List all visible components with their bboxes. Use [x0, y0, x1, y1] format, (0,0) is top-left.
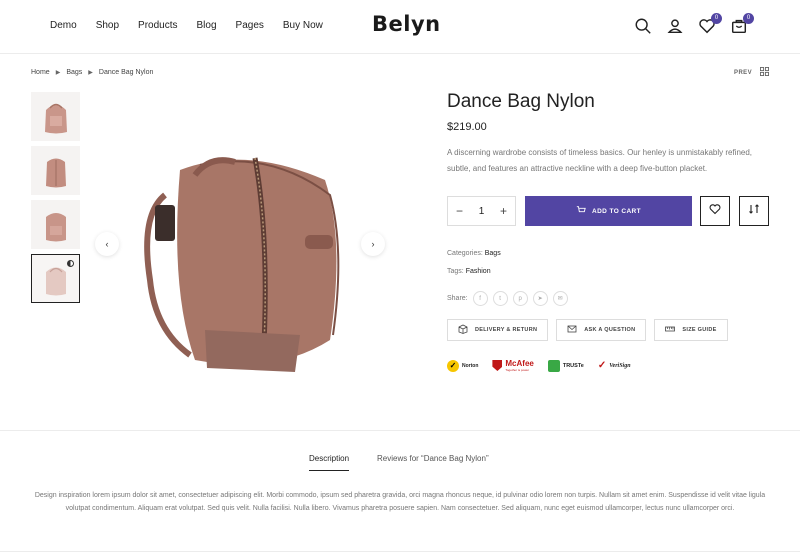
chevron-right-icon: › — [371, 239, 375, 249]
bottom-divider — [0, 551, 800, 552]
twitter-icon[interactable]: t — [492, 291, 508, 306]
cart-count-badge: 0 — [743, 13, 754, 24]
add-to-cart-button[interactable]: ADD TO CART — [525, 196, 692, 226]
nav-pages[interactable]: Pages — [236, 20, 264, 31]
quantity-value[interactable]: 1 — [479, 206, 485, 217]
truste-badge: TRUSTe — [547, 359, 584, 372]
trust-badges: ✓ Norton McAfee Together is power TRUSTe… — [447, 359, 631, 372]
nav-buy-now[interactable]: Buy Now — [283, 20, 323, 31]
cart-icon — [576, 205, 586, 217]
pinterest-icon[interactable]: p — [512, 291, 528, 306]
facebook-icon[interactable]: f — [472, 291, 488, 306]
tab-reviews[interactable]: Reviews for “Dance Bag Nylon” — [377, 454, 489, 471]
nav-products[interactable]: Products — [138, 20, 177, 31]
product-description: A discerning wardrobe consists of timele… — [447, 148, 753, 173]
tab-description[interactable]: Description — [309, 454, 350, 471]
email-icon[interactable]: ✉ — [552, 291, 568, 306]
chevron-right-icon: ▶ — [55, 70, 61, 76]
cart-icon[interactable]: 0 — [730, 13, 754, 35]
increase-qty-button[interactable]: + — [500, 204, 507, 218]
quantity-stepper[interactable]: − 1 + — [447, 196, 516, 226]
thumbnail-2[interactable] — [31, 146, 80, 195]
size-guide-label: SIZE GUIDE — [682, 327, 717, 333]
mcafee-text: McAfee Together is power — [505, 359, 534, 372]
section-divider — [0, 430, 800, 431]
size-guide-button[interactable]: SIZE GUIDE — [654, 319, 728, 341]
tags-label: Tags: — [447, 268, 464, 275]
ruler-icon — [665, 324, 676, 336]
main-nav: Demo Shop Products Blog Pages Buy Now — [50, 20, 323, 31]
tab-description-content: Design inspiration lorem ipsum dolor sit… — [34, 492, 766, 512]
grid-icon[interactable] — [760, 67, 769, 78]
truste-icon — [547, 359, 560, 372]
category-link[interactable]: Bags — [485, 250, 501, 257]
wishlist-icon[interactable]: 0 — [698, 13, 722, 35]
info-buttons: DELIVERY & RETURN ASK A QUESTION SIZE GU… — [447, 319, 728, 341]
breadcrumb: Home ▶ Bags ▶ Dance Bag Nylon — [31, 69, 153, 76]
delivery-return-label: DELIVERY & RETURN — [475, 327, 538, 333]
thumbnail-1[interactable] — [31, 92, 80, 141]
product-categories: Categories: Bags — [447, 250, 501, 257]
compare-icon — [748, 202, 760, 220]
compare-button[interactable] — [739, 196, 769, 226]
box-icon — [458, 324, 468, 336]
decrease-qty-button[interactable]: − — [456, 204, 463, 218]
header-actions: 0 0 — [634, 13, 754, 35]
share-label: Share: — [447, 295, 468, 302]
telegram-icon[interactable]: ➤ — [532, 291, 548, 306]
chevron-right-icon: ▶ — [88, 70, 93, 76]
norton-check-icon: ✓ — [447, 359, 459, 372]
product-tabs: Description Reviews for “Dance Bag Nylon… — [309, 454, 489, 471]
nav-blog[interactable]: Blog — [197, 20, 217, 31]
tag-link[interactable]: Fashion — [466, 268, 491, 275]
product-tags: Tags: Fashion — [447, 268, 491, 275]
breadcrumb-current: Dance Bag Nylon — [98, 69, 154, 76]
mcafee-shield-icon — [492, 360, 503, 371]
video-icon — [67, 260, 74, 267]
search-icon[interactable] — [634, 17, 652, 35]
nav-shop[interactable]: Shop — [96, 20, 119, 31]
share-row: Share: f t p ➤ ✉ — [447, 291, 568, 306]
thumbnail-4[interactable] — [31, 254, 80, 303]
verisign-check-icon: ✓ — [597, 360, 607, 371]
main-product-image — [95, 140, 388, 380]
add-to-wishlist-button[interactable] — [700, 196, 730, 226]
breadcrumb-home[interactable]: Home — [31, 69, 50, 76]
thumbnail-gallery — [31, 92, 80, 303]
add-to-cart-label: ADD TO CART — [591, 207, 642, 215]
next-image-button[interactable]: › — [361, 232, 385, 256]
breadcrumb-bags[interactable]: Bags — [66, 69, 82, 76]
categories-label: Categories: — [447, 250, 483, 257]
envelope-icon — [567, 324, 577, 336]
nav-demo[interactable]: Demo — [50, 20, 77, 31]
prev-link[interactable]: PREV — [734, 70, 752, 76]
ask-question-label: ASK A QUESTION — [584, 327, 636, 333]
thumbnail-3[interactable] — [31, 200, 80, 249]
product-title: Dance Bag Nylon — [447, 91, 595, 112]
heart-icon — [709, 202, 721, 220]
site-logo[interactable]: Belyn — [372, 12, 441, 36]
ask-question-button[interactable]: ASK A QUESTION — [556, 319, 647, 341]
verisign-badge: ✓ VeriSign — [597, 360, 631, 371]
site-header: Demo Shop Products Blog Pages Buy Now Be… — [0, 0, 800, 54]
account-icon[interactable] — [666, 17, 684, 35]
product-pager: PREV — [734, 67, 769, 78]
norton-badge: ✓ Norton — [447, 359, 478, 372]
wishlist-count-badge: 0 — [711, 13, 722, 24]
delivery-return-button[interactable]: DELIVERY & RETURN — [447, 319, 549, 341]
mcafee-badge: McAfee Together is power — [492, 359, 534, 372]
product-price: $219.00 — [447, 121, 487, 133]
